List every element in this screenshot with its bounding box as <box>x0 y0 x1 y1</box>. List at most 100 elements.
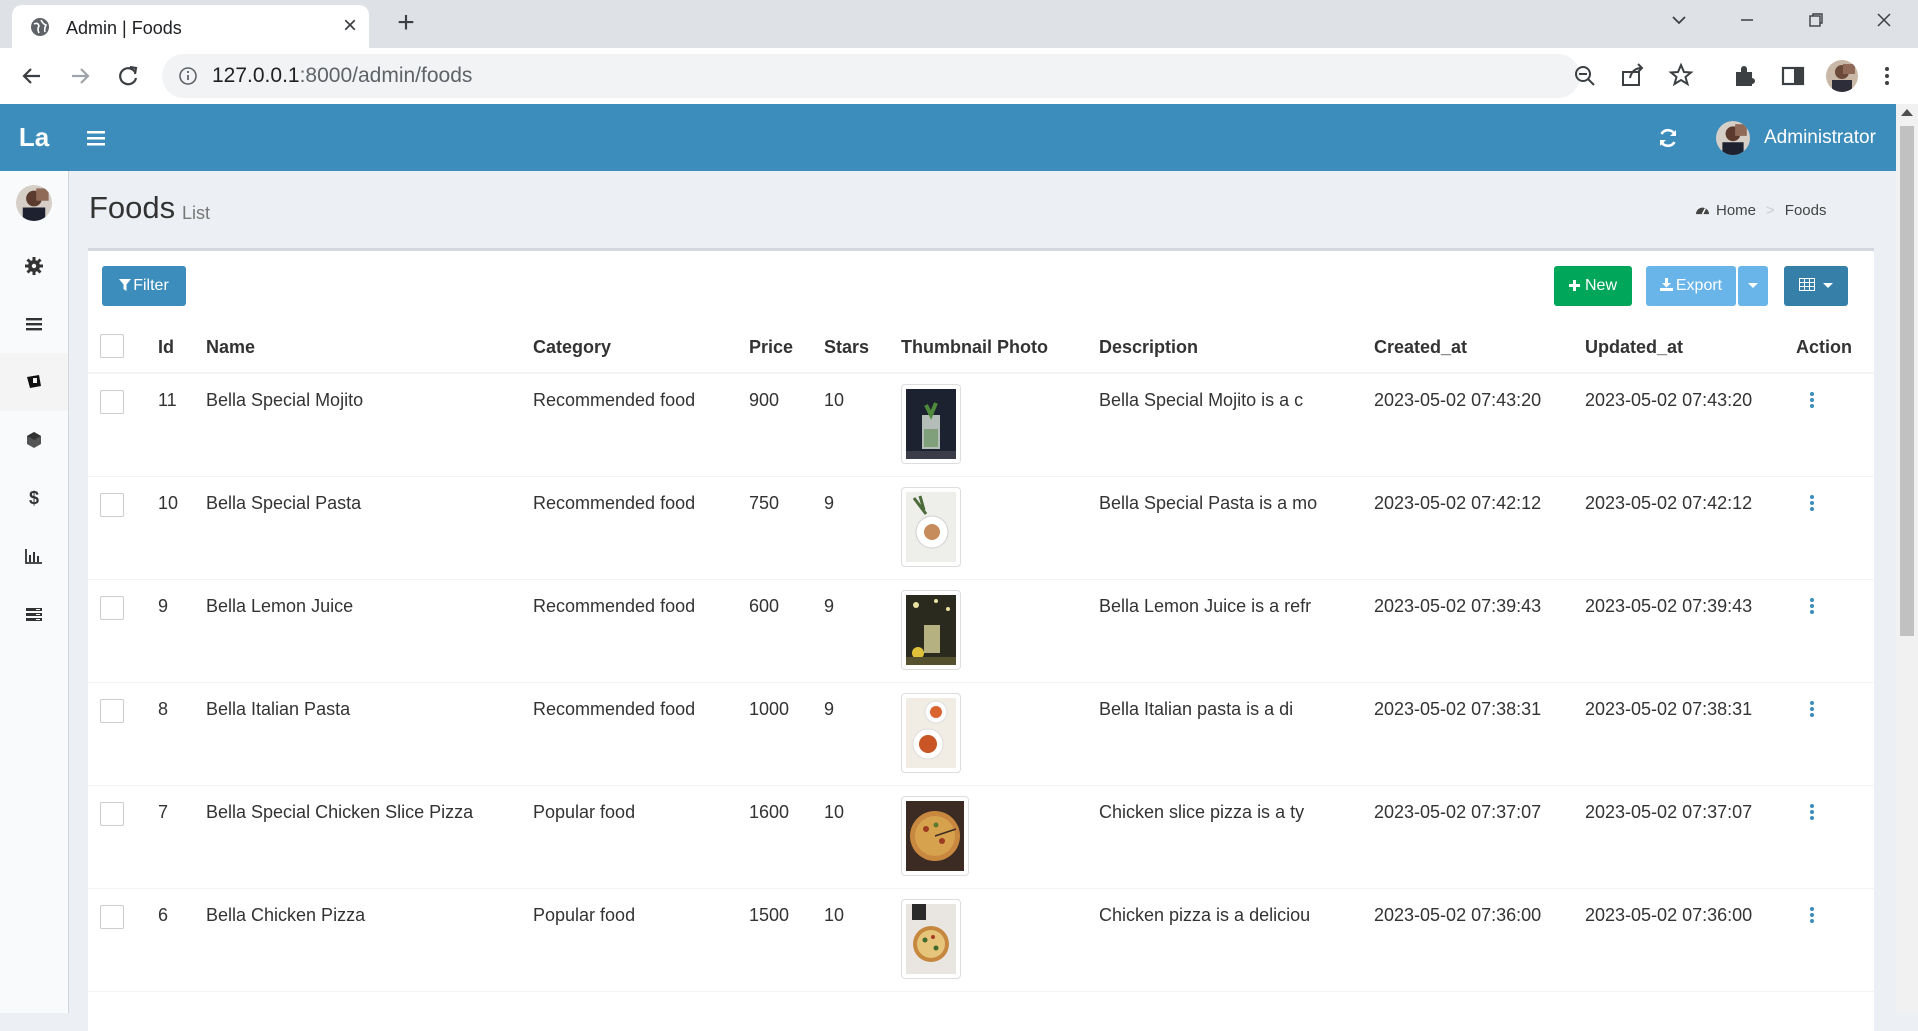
sidebar-item-foods[interactable] <box>0 353 68 411</box>
thumbnail-photo[interactable] <box>901 693 961 773</box>
export-button[interactable]: Export <box>1646 266 1736 306</box>
new-button[interactable]: New <box>1554 266 1632 306</box>
row-checkbox[interactable] <box>100 596 124 620</box>
column-header: Name <box>206 322 533 374</box>
row-checkbox[interactable] <box>100 802 124 826</box>
price-cell: 1000 <box>749 682 824 786</box>
created-cell: 2023-05-02 07:43:20 <box>1374 373 1585 477</box>
row-checkbox[interactable] <box>100 905 124 929</box>
row-select-cell <box>88 579 158 683</box>
price-text: 1000 <box>749 699 790 719</box>
row-actions-icon[interactable] <box>1810 598 1816 614</box>
select-all-checkbox[interactable] <box>100 333 124 358</box>
back-icon[interactable] <box>16 60 48 92</box>
sidebar-item-menu[interactable] <box>0 295 68 353</box>
breadcrumb: Home > Foods <box>1695 202 1826 219</box>
row-checkbox[interactable] <box>100 699 124 723</box>
filter-button[interactable]: Filter <box>102 266 186 306</box>
price-cell: 750 <box>749 476 824 580</box>
browser-menu-icon[interactable] <box>1872 60 1902 92</box>
sidebar-toggle-icon[interactable] <box>84 126 108 150</box>
created-cell: 2023-05-02 07:37:07 <box>1374 785 1585 889</box>
description-text: Bella Italian pasta is a di <box>1099 699 1294 719</box>
side-panel-icon[interactable] <box>1778 60 1808 92</box>
close-window-icon[interactable] <box>1864 6 1904 38</box>
address-bar[interactable]: 127.0.0.1:8000/admin/foods <box>162 54 1694 98</box>
id-text: 6 <box>158 905 169 925</box>
row-checkbox[interactable] <box>100 390 124 414</box>
sidebar-item-logs[interactable] <box>0 585 68 643</box>
browser-profile-avatar[interactable] <box>1826 60 1858 92</box>
thumbnail-photo[interactable] <box>901 487 961 567</box>
browser-tab[interactable]: Admin | Foods × <box>12 5 369 48</box>
new-tab-icon[interactable]: + <box>391 8 421 38</box>
created-at-text: 2023-05-02 07:43:20 <box>1374 390 1542 410</box>
price-cell: 600 <box>749 579 824 683</box>
share-icon[interactable] <box>1618 60 1648 92</box>
row-select-cell <box>88 373 158 477</box>
tab-title: Admin | Foods <box>66 18 182 38</box>
category-text: Popular food <box>533 905 636 925</box>
thumbnail-photo[interactable] <box>901 590 961 670</box>
id-text: 9 <box>158 596 169 616</box>
extensions-icon[interactable] <box>1730 60 1760 92</box>
export-label: Export <box>1675 277 1723 294</box>
row-actions-icon[interactable] <box>1810 495 1816 511</box>
scroll-up-icon[interactable] <box>1901 109 1913 116</box>
forward-icon[interactable] <box>64 60 96 92</box>
created-cell: 2023-05-02 07:39:43 <box>1374 579 1585 683</box>
description-cell: Bella Italian pasta is a di <box>1099 682 1374 786</box>
sidebar-item-settings[interactable] <box>0 237 68 295</box>
id-text: 10 <box>158 493 179 513</box>
sidebar-item-categories[interactable] <box>0 411 68 469</box>
row-checkbox[interactable] <box>100 493 124 517</box>
name-text: Bella Lemon Juice <box>206 596 354 616</box>
refresh-icon[interactable] <box>1656 126 1680 150</box>
restore-icon[interactable] <box>1796 6 1836 38</box>
url-path: :8000/admin/foods <box>299 64 473 87</box>
row-actions-icon[interactable] <box>1810 392 1816 408</box>
thumbnail-photo[interactable] <box>901 384 961 464</box>
sidebar-item-orders[interactable]: $ <box>0 469 68 527</box>
updated-cell: 2023-05-02 07:43:20 <box>1585 373 1796 477</box>
sidebar-item-reports[interactable] <box>0 527 68 585</box>
column-header[interactable]: Id <box>158 322 206 374</box>
stars-text: 9 <box>824 596 835 616</box>
id-cell: 6 <box>158 888 206 992</box>
description-cell: Chicken slice pizza is a ty <box>1099 785 1374 889</box>
scrollbar-thumb[interactable] <box>1900 126 1914 636</box>
thumbnail-cell <box>901 579 1099 683</box>
zoom-out-icon[interactable] <box>1570 60 1600 92</box>
stars-cell: 9 <box>824 682 901 786</box>
created-cell: 2023-05-02 07:38:31 <box>1374 682 1585 786</box>
page-scrollbar[interactable] <box>1896 104 1918 1013</box>
created-cell: 2023-05-02 07:36:00 <box>1374 888 1585 992</box>
category-text: Recommended food <box>533 493 696 513</box>
thumbnail-photo[interactable] <box>901 899 961 979</box>
filter-label: Filter <box>133 277 169 294</box>
stars-cell: 10 <box>824 373 901 477</box>
thumbnail-photo[interactable] <box>901 796 969 876</box>
bookmark-star-icon[interactable] <box>1666 60 1696 92</box>
row-actions-icon[interactable] <box>1810 907 1816 923</box>
created-cell: 2023-05-02 07:42:12 <box>1374 476 1585 580</box>
created-at-text: 2023-05-02 07:39:43 <box>1374 596 1542 616</box>
reload-icon[interactable] <box>112 60 144 92</box>
stars-cell: 9 <box>824 476 901 580</box>
row-actions-icon[interactable] <box>1810 804 1816 820</box>
row-actions-icon[interactable] <box>1810 701 1816 717</box>
name-text: Bella Special Chicken Slice Pizza <box>206 802 474 822</box>
name-text: Bella Chicken Pizza <box>206 905 366 925</box>
user-name: Administrator <box>1764 127 1876 148</box>
tab-search-icon[interactable] <box>1659 6 1699 38</box>
close-tab-icon[interactable]: × <box>338 14 362 38</box>
filter-icon <box>119 279 132 291</box>
site-info-icon[interactable] <box>178 66 198 86</box>
logo[interactable]: La <box>0 104 68 171</box>
updated-cell: 2023-05-02 07:37:07 <box>1585 785 1796 889</box>
minimize-icon[interactable] <box>1727 6 1767 38</box>
breadcrumb-home[interactable]: Home <box>1716 202 1756 219</box>
export-dropdown-toggle[interactable] <box>1738 266 1768 306</box>
description-text: Chicken slice pizza is a ty <box>1099 802 1305 822</box>
column-selector-button[interactable] <box>1784 266 1848 306</box>
